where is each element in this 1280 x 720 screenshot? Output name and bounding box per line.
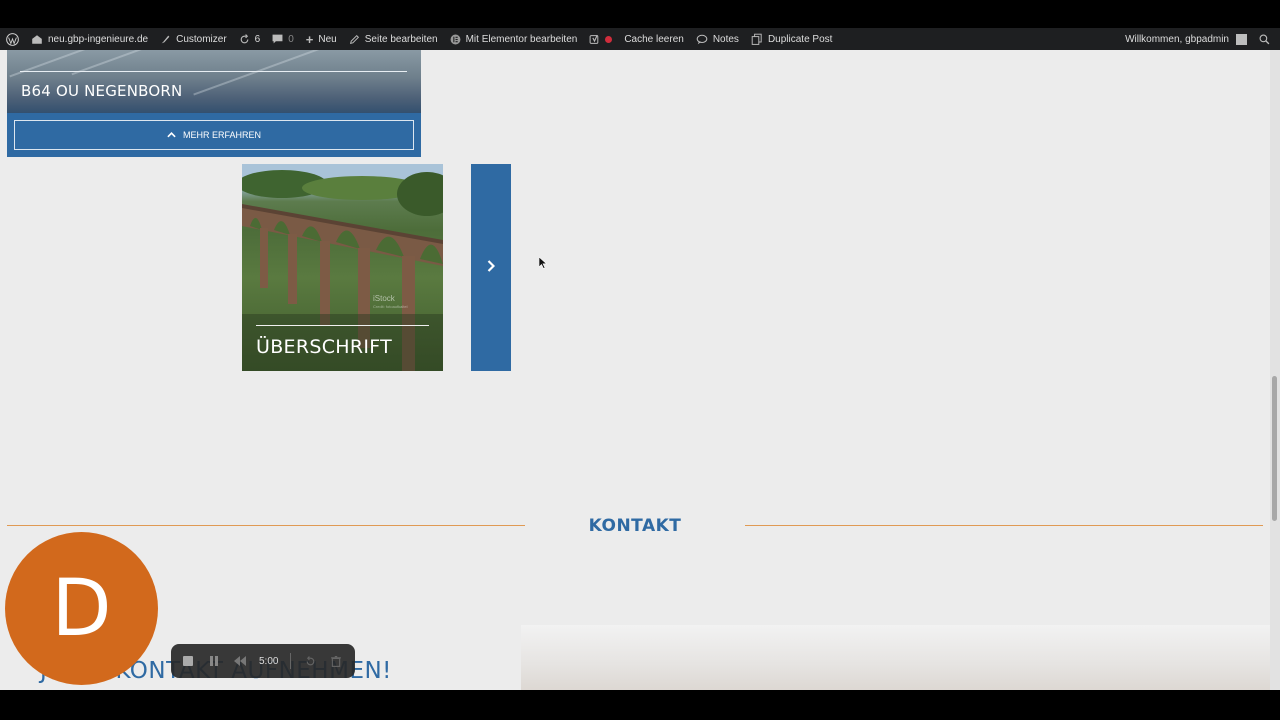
clear-cache-link[interactable]: Cache leeren: [618, 28, 689, 50]
kontakt-heading: KONTAKT: [588, 516, 682, 536]
page-content: B64 OU NEGENBORN MEHR ERFAHREN iStock Cr…: [0, 50, 1270, 690]
comments-count: 0: [288, 33, 294, 45]
project-card: B64 OU NEGENBORN MEHR ERFAHREN: [7, 50, 421, 157]
scrollbar-thumb[interactable]: [1272, 376, 1277, 521]
search-link[interactable]: [1253, 28, 1280, 50]
chevron-right-icon: [487, 259, 496, 277]
edit-page-label: Seite bearbeiten: [364, 33, 438, 45]
notes-label: Notes: [712, 33, 739, 45]
chevron-up-icon: [167, 130, 176, 140]
edit-page-link[interactable]: Seite bearbeiten: [343, 28, 444, 50]
site-name-label: neu.gbp-ingenieure.de: [48, 33, 149, 45]
elementor-label: Mit Elementor bearbeiten: [465, 33, 578, 45]
new-label: Neu: [318, 33, 337, 45]
updates-count: 6: [254, 33, 261, 45]
presenter-avatar: D: [5, 532, 158, 685]
site-name-link[interactable]: neu.gbp-ingenieure.de: [25, 28, 154, 50]
scrollbar[interactable]: [1270, 50, 1280, 690]
rewind-icon[interactable]: [233, 654, 247, 668]
project-card-image: B64 OU NEGENBORN: [7, 50, 421, 113]
bridge-card-divider: [256, 325, 429, 326]
seo-status-dot-icon: [605, 35, 613, 43]
wp-admin-bar: neu.gbp-ingenieure.de Customizer 6 0 + N…: [0, 28, 1280, 50]
mouse-cursor-icon: [538, 256, 548, 274]
recording-time: 5:00: [259, 655, 279, 667]
plus-icon: +: [305, 31, 314, 47]
home-icon: [31, 34, 43, 45]
recording-separator: [290, 653, 292, 669]
trash-icon[interactable]: [329, 654, 343, 668]
top-letterbox: [0, 0, 1280, 28]
welcome-label: Willkommen, gbpadmin: [1125, 33, 1229, 45]
copy-icon: [751, 33, 763, 45]
elementor-icon: [450, 34, 461, 45]
customizer-link[interactable]: Customizer: [154, 28, 233, 50]
brush-icon: [160, 34, 171, 45]
kontakt-divider-left: [7, 525, 525, 526]
bottom-letterbox: [0, 690, 1280, 720]
kontakt-divider-right: [745, 525, 1263, 526]
istock-watermark-credit: Credit: fotoaufkaltel: [373, 304, 408, 309]
stop-icon[interactable]: [181, 654, 195, 668]
mehr-erfahren-button[interactable]: MEHR ERFAHREN: [14, 120, 414, 150]
customizer-label: Customizer: [176, 33, 227, 45]
notes-link[interactable]: Notes: [690, 28, 745, 50]
comment-icon: [272, 34, 283, 44]
duplicate-post-link[interactable]: Duplicate Post: [745, 28, 838, 50]
refresh-icon: [239, 33, 250, 45]
mehr-erfahren-label: MEHR ERFAHREN: [182, 130, 261, 140]
elementor-edit-link[interactable]: Mit Elementor bearbeiten: [444, 28, 584, 50]
recording-toolbar: 5:00: [171, 644, 355, 678]
speech-bubble-icon: [696, 34, 708, 45]
pencil-icon: [349, 34, 360, 45]
new-content-link[interactable]: + Neu: [300, 28, 343, 50]
restart-icon[interactable]: [303, 654, 317, 668]
my-account-link[interactable]: Willkommen, gbpadmin: [1119, 28, 1253, 50]
bridge-project-card[interactable]: iStock Credit: fotoaufkaltel ÜBERSCHRIFT: [242, 164, 443, 371]
updates-link[interactable]: 6: [233, 28, 267, 50]
bridge-card-title: ÜBERSCHRIFT: [256, 336, 393, 358]
pause-icon[interactable]: [207, 654, 221, 668]
project-card-title: B64 OU NEGENBORN: [21, 82, 183, 100]
project-card-divider: [20, 71, 407, 72]
cache-label: Cache leeren: [624, 33, 684, 45]
carousel-next-button[interactable]: [471, 164, 511, 371]
duplicate-label: Duplicate Post: [767, 33, 833, 45]
contact-image: [521, 625, 1270, 690]
yoast-seo-link[interactable]: [583, 28, 618, 50]
avatar: [1236, 33, 1247, 45]
comments-link[interactable]: 0: [266, 28, 300, 50]
istock-watermark: iStock: [373, 294, 395, 303]
yoast-icon: [589, 34, 600, 45]
wordpress-logo-icon[interactable]: [0, 28, 25, 50]
search-icon: [1259, 34, 1270, 45]
